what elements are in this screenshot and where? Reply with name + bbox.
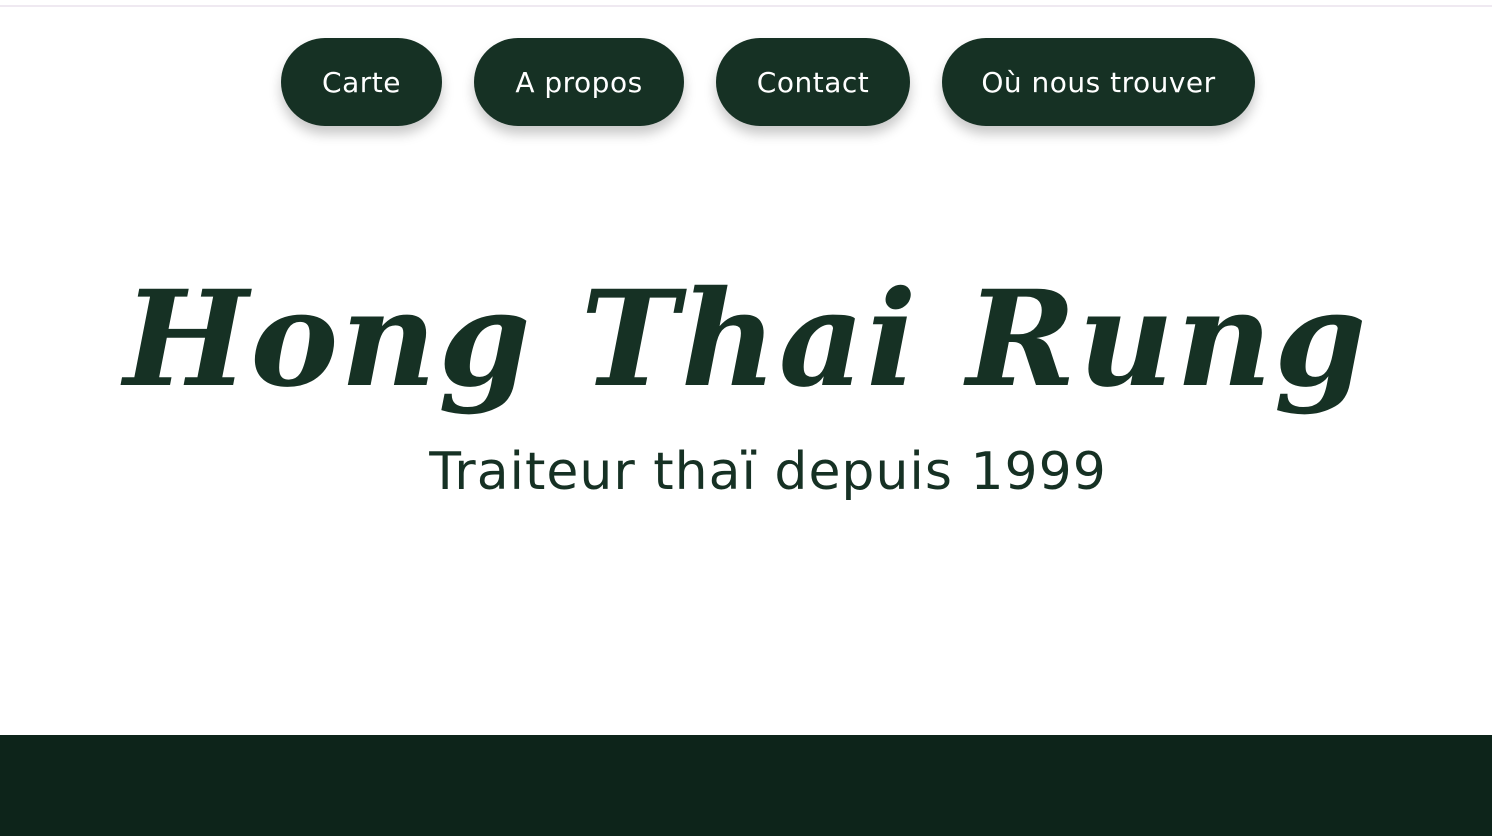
main-navigation: Carte A propos Contact Où nous trouver (0, 38, 1492, 126)
site-title: Hong Thai Rung (123, 262, 1369, 417)
nav-button-ou-nous-trouver[interactable]: Où nous trouver (942, 38, 1255, 126)
top-divider (0, 0, 1492, 7)
nav-button-a-propos[interactable]: A propos (474, 38, 684, 126)
nav-button-carte[interactable]: Carte (281, 38, 442, 126)
site-tagline: Traiteur thaï depuis 1999 (429, 442, 1107, 502)
nav-button-contact[interactable]: Contact (716, 38, 910, 126)
footer-band (0, 735, 1492, 836)
